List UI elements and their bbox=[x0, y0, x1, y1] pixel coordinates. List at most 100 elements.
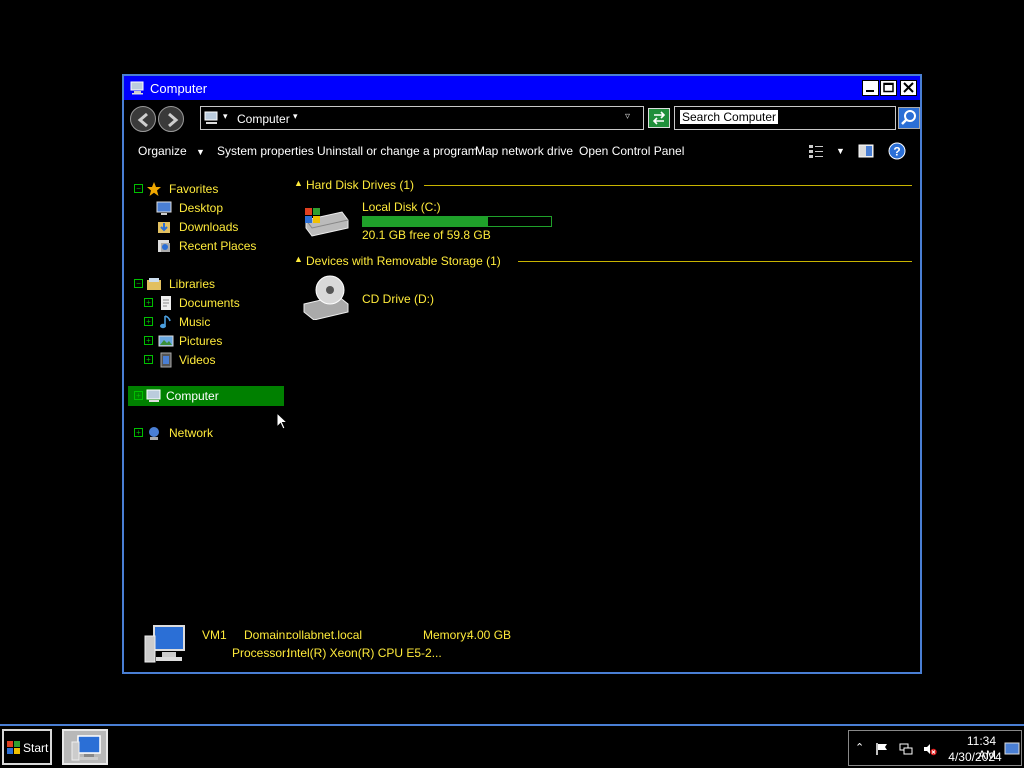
volume-muted-icon[interactable] bbox=[923, 742, 937, 756]
map-network-drive-button[interactable]: Map network drive bbox=[475, 144, 573, 158]
videos-icon bbox=[160, 352, 172, 368]
nav-item-downloads-label: Downloads bbox=[179, 220, 239, 234]
collapse-icon[interactable]: − bbox=[134, 279, 143, 288]
taskbar-explorer-button[interactable] bbox=[62, 729, 108, 765]
disk-usage-bar bbox=[362, 216, 552, 227]
details-pane: VM1 Domain: collabnet.local Memory: 4.00… bbox=[124, 616, 920, 672]
nav-computer[interactable]: + Computer bbox=[128, 386, 284, 406]
collapse-caret-icon[interactable]: ▲ bbox=[294, 254, 303, 264]
refresh-icon bbox=[652, 111, 666, 125]
mouse-cursor-icon bbox=[276, 412, 288, 430]
collapse-caret-icon[interactable]: ▲ bbox=[294, 178, 303, 188]
start-label: Start bbox=[23, 741, 49, 755]
address-bar[interactable]: ▾ Computer ▾ ▿ bbox=[200, 106, 644, 130]
open-control-panel-button[interactable]: Open Control Panel bbox=[579, 144, 684, 158]
group-header-removable-storage[interactable]: ▲ Devices with Removable Storage (1) bbox=[290, 252, 912, 270]
drive-local-disk-c[interactable]: Local Disk (C:) 20.1 GB free of 59.8 GB bbox=[300, 198, 552, 246]
domain-label: Domain: bbox=[244, 628, 289, 642]
memory-value: 4.00 GB bbox=[467, 628, 512, 642]
nav-item-music[interactable]: + Music bbox=[144, 313, 284, 331]
expand-icon[interactable]: + bbox=[144, 317, 153, 326]
chevron-down-icon[interactable]: ▼ bbox=[836, 146, 845, 156]
chevron-down-icon: ▼ bbox=[196, 147, 205, 157]
back-button[interactable] bbox=[130, 106, 156, 132]
computer-icon bbox=[204, 111, 218, 124]
refresh-button[interactable] bbox=[648, 108, 670, 128]
nav-item-documents-label: Documents bbox=[179, 296, 240, 310]
desktop: Computer ▾ Computer ▾ ▿ Search Computer … bbox=[0, 0, 1024, 768]
system-properties-button[interactable]: System properties bbox=[217, 144, 314, 158]
nav-network-label: Network bbox=[169, 426, 214, 440]
computer-icon bbox=[146, 389, 161, 402]
expand-icon[interactable]: + bbox=[134, 428, 143, 437]
nav-favorites[interactable]: − Favorites bbox=[134, 180, 284, 198]
processor-label: Processor: bbox=[232, 646, 290, 660]
forward-arrow-icon bbox=[168, 112, 179, 128]
drive-cd-drive-d[interactable]: CD Drive (D:) bbox=[300, 274, 500, 322]
preview-pane-button[interactable] bbox=[858, 143, 874, 162]
downloads-folder-icon bbox=[158, 222, 170, 233]
nav-favorites-label: Favorites bbox=[169, 182, 219, 196]
organize-menu[interactable]: Organize ▼ bbox=[138, 144, 205, 158]
group-divider bbox=[518, 261, 912, 262]
address-history-dropdown-icon[interactable]: ▿ bbox=[625, 111, 630, 122]
nav-network[interactable]: + Network bbox=[134, 424, 284, 442]
memory-label: Memory: bbox=[423, 628, 470, 642]
drive-name: Local Disk (C:) bbox=[362, 200, 441, 214]
group-header-hard-disk-drives[interactable]: ▲ Hard Disk Drives (1) bbox=[290, 176, 912, 194]
windows-logo-icon bbox=[7, 741, 20, 754]
window-title: Computer bbox=[150, 81, 208, 96]
start-button[interactable]: Start bbox=[2, 729, 52, 765]
computer-icon bbox=[130, 81, 146, 95]
view-options-button[interactable] bbox=[808, 143, 824, 162]
hard-disk-icon bbox=[305, 208, 349, 237]
help-button[interactable]: ? bbox=[888, 142, 906, 163]
action-center-flag-icon[interactable] bbox=[875, 742, 889, 756]
chevron-down-icon[interactable]: ▾ bbox=[223, 111, 228, 122]
system-tray: ⌃ 11:34 AM 4/30/2024 bbox=[848, 730, 1022, 766]
nav-item-videos-label: Videos bbox=[179, 353, 216, 367]
search-box[interactable]: Search Computer bbox=[674, 106, 896, 130]
computer-large-icon bbox=[144, 625, 185, 663]
nav-libraries[interactable]: − Libraries bbox=[134, 275, 284, 293]
expand-icon[interactable]: + bbox=[144, 336, 153, 345]
title-bar[interactable]: Computer bbox=[124, 76, 920, 100]
clock-date[interactable]: 4/30/2024 bbox=[945, 750, 1005, 764]
nav-item-desktop-label: Desktop bbox=[179, 201, 224, 215]
forward-button[interactable] bbox=[158, 106, 184, 132]
nav-item-documents[interactable]: + Documents bbox=[144, 294, 284, 312]
star-icon bbox=[147, 182, 161, 196]
nav-item-videos[interactable]: + Videos bbox=[144, 351, 284, 369]
computer-name: VM1 bbox=[202, 628, 227, 642]
show-desktop-button[interactable] bbox=[1004, 742, 1020, 756]
expand-icon[interactable]: + bbox=[134, 391, 143, 400]
close-button[interactable] bbox=[900, 80, 917, 96]
expand-icon[interactable]: + bbox=[144, 355, 153, 364]
nav-libraries-label: Libraries bbox=[169, 277, 216, 291]
show-hidden-icons-icon[interactable]: ⌃ bbox=[855, 741, 869, 755]
uninstall-program-button[interactable]: Uninstall or change a program bbox=[317, 144, 478, 158]
disk-usage-fill bbox=[363, 217, 488, 226]
collapse-icon[interactable]: − bbox=[134, 184, 143, 193]
nav-item-recent-places-label: Recent Places bbox=[179, 239, 257, 253]
expand-icon[interactable]: + bbox=[144, 298, 153, 307]
help-icon: ? bbox=[888, 142, 906, 160]
nav-item-pictures-label: Pictures bbox=[179, 334, 223, 348]
cd-drive-icon bbox=[303, 275, 349, 320]
nav-item-downloads[interactable]: Downloads bbox=[156, 218, 286, 236]
network-status-icon[interactable] bbox=[899, 742, 913, 756]
nav-item-pictures[interactable]: + Pictures bbox=[144, 332, 284, 350]
chevron-down-icon[interactable]: ▾ bbox=[293, 111, 298, 122]
breadcrumb-computer[interactable]: Computer bbox=[237, 112, 290, 126]
maximize-button[interactable] bbox=[880, 80, 897, 96]
minimize-button[interactable] bbox=[862, 80, 879, 96]
desktop-icon bbox=[156, 201, 172, 215]
search-placeholder: Search Computer bbox=[680, 110, 779, 124]
disk-free-text: 20.1 GB free of 59.8 GB bbox=[362, 228, 491, 242]
drive-name: CD Drive (D:) bbox=[362, 292, 434, 306]
organize-label: Organize bbox=[138, 144, 187, 158]
nav-item-recent-places[interactable]: Recent Places bbox=[156, 237, 286, 255]
nav-computer-label: Computer bbox=[166, 389, 219, 403]
nav-item-desktop[interactable]: Desktop bbox=[156, 199, 286, 217]
search-button[interactable] bbox=[898, 107, 920, 129]
